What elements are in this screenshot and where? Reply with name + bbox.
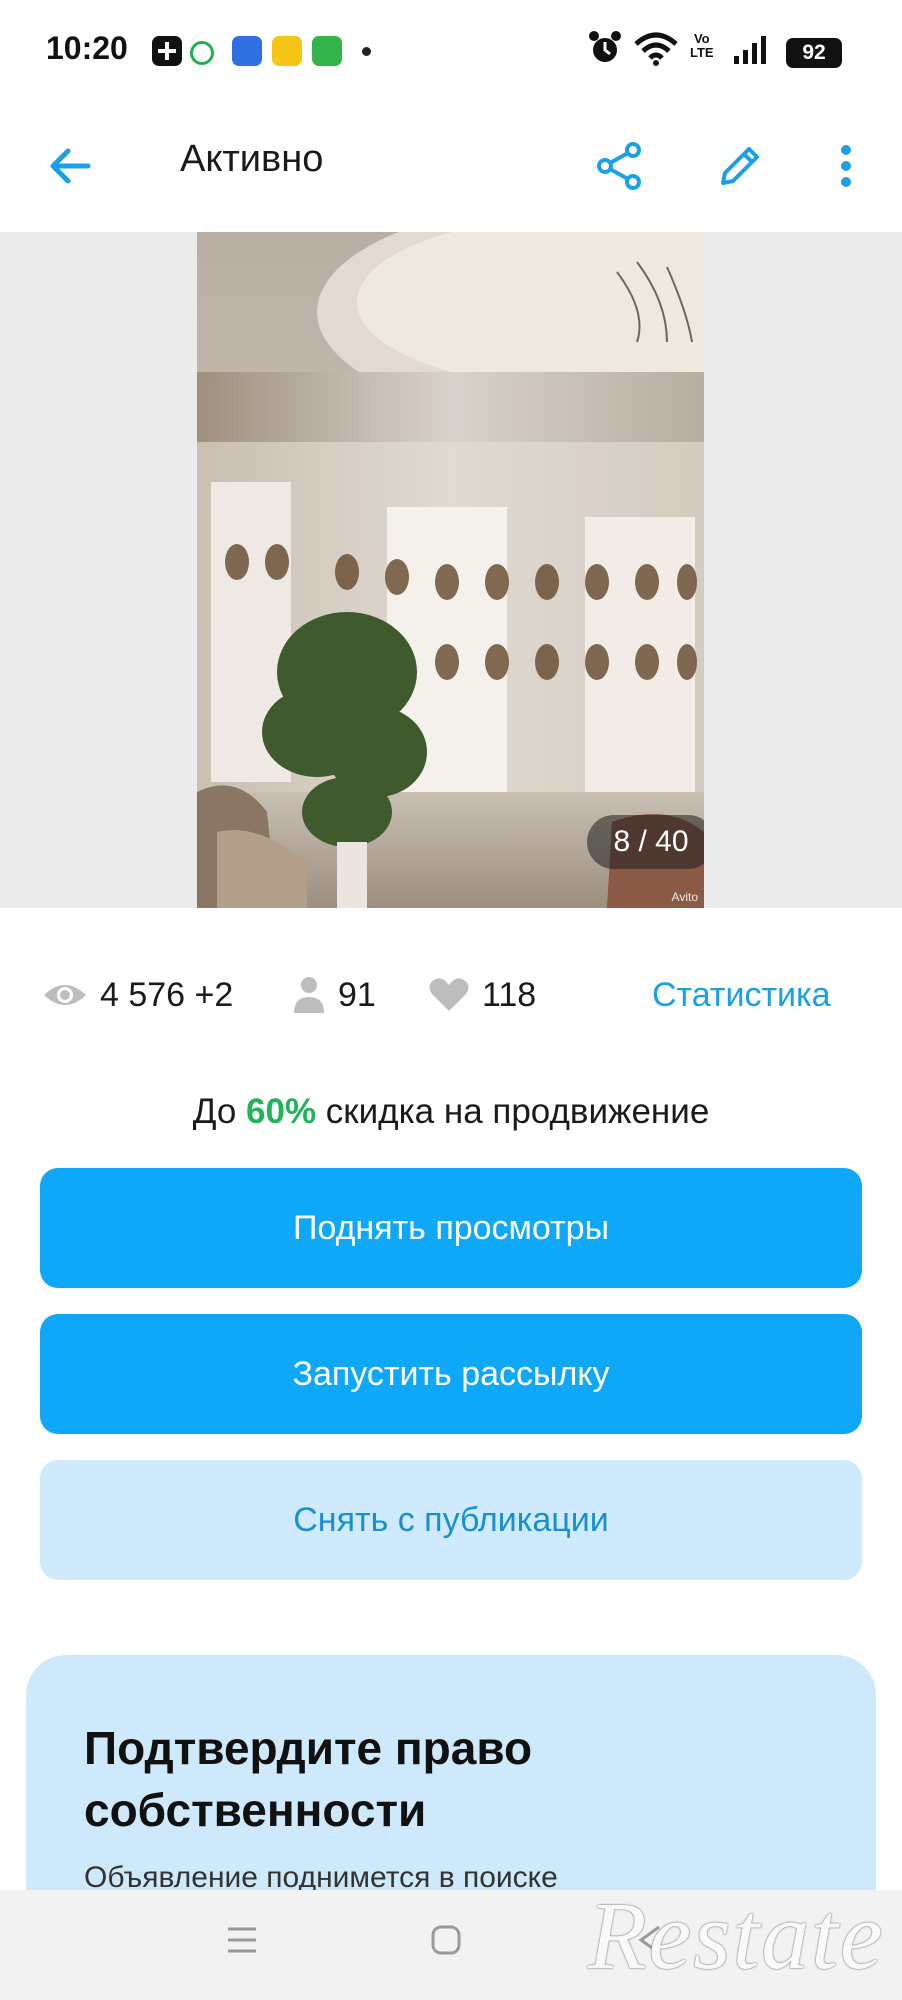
volte-indicator: Vo LTE (690, 31, 714, 60)
app-bar: Активно (0, 100, 902, 230)
favorites-count: 118 (482, 975, 537, 1014)
contacts-count: 91 (338, 975, 376, 1014)
notification-sber-icon (190, 41, 214, 65)
battery-level: 92 (786, 38, 842, 68)
statistics-link[interactable]: Статистика (652, 960, 831, 1030)
pencil-icon[interactable] (710, 136, 770, 196)
more-vertical-icon[interactable] (822, 136, 870, 196)
contacts-stat: 91 (292, 960, 376, 1030)
raise-views-button[interactable]: Поднять просмотры (40, 1168, 862, 1288)
promotion-discount-text: До 60% скидка на продвижение (192, 1092, 710, 1131)
discount-percent: 60% (246, 1092, 317, 1131)
eye-icon (44, 985, 86, 1005)
restate-watermark-logo: Restate (588, 1882, 885, 1989)
page-title: Активно (180, 138, 324, 180)
home-icon[interactable] (426, 1920, 466, 1960)
status-time: 10:20 (46, 30, 128, 66)
listing-stats: 4 576 +2 91 118 Статистика (0, 960, 902, 1030)
card-title: Подтвердите право собственности (84, 1722, 533, 1836)
status-bar: 10:20 Vo LTE 92 (0, 0, 902, 100)
favorites-stat: 118 (428, 960, 536, 1030)
signal-icon (732, 34, 768, 71)
notification-mail-icon (232, 36, 262, 66)
alarm-icon (588, 30, 622, 71)
arrow-left-icon[interactable] (40, 138, 100, 194)
notification-app-icon (152, 36, 182, 66)
photo-watermark: Avito (671, 890, 698, 904)
person-icon (294, 977, 324, 1013)
photo-counter: 8 / 40 (587, 815, 704, 869)
photo-gallery[interactable]: 8 / 40 Avito (0, 232, 902, 908)
views-count: 4 576 +2 (100, 975, 234, 1014)
start-mailing-button[interactable]: Запустить рассылку (40, 1314, 862, 1434)
unpublish-button[interactable]: Снять с публикации (40, 1460, 862, 1580)
views-stat: 4 576 +2 (42, 960, 233, 1030)
room-interior-image (197, 232, 704, 908)
share-icon[interactable] (590, 136, 650, 196)
notification-green-app-icon (312, 36, 342, 66)
recent-apps-icon[interactable] (222, 1920, 262, 1960)
notification-yellow-app-icon (272, 36, 302, 66)
wifi-icon (634, 32, 678, 71)
listing-photo[interactable]: 8 / 40 Avito (197, 232, 704, 908)
more-notifications-dot (362, 47, 371, 56)
heart-icon (429, 978, 469, 1011)
